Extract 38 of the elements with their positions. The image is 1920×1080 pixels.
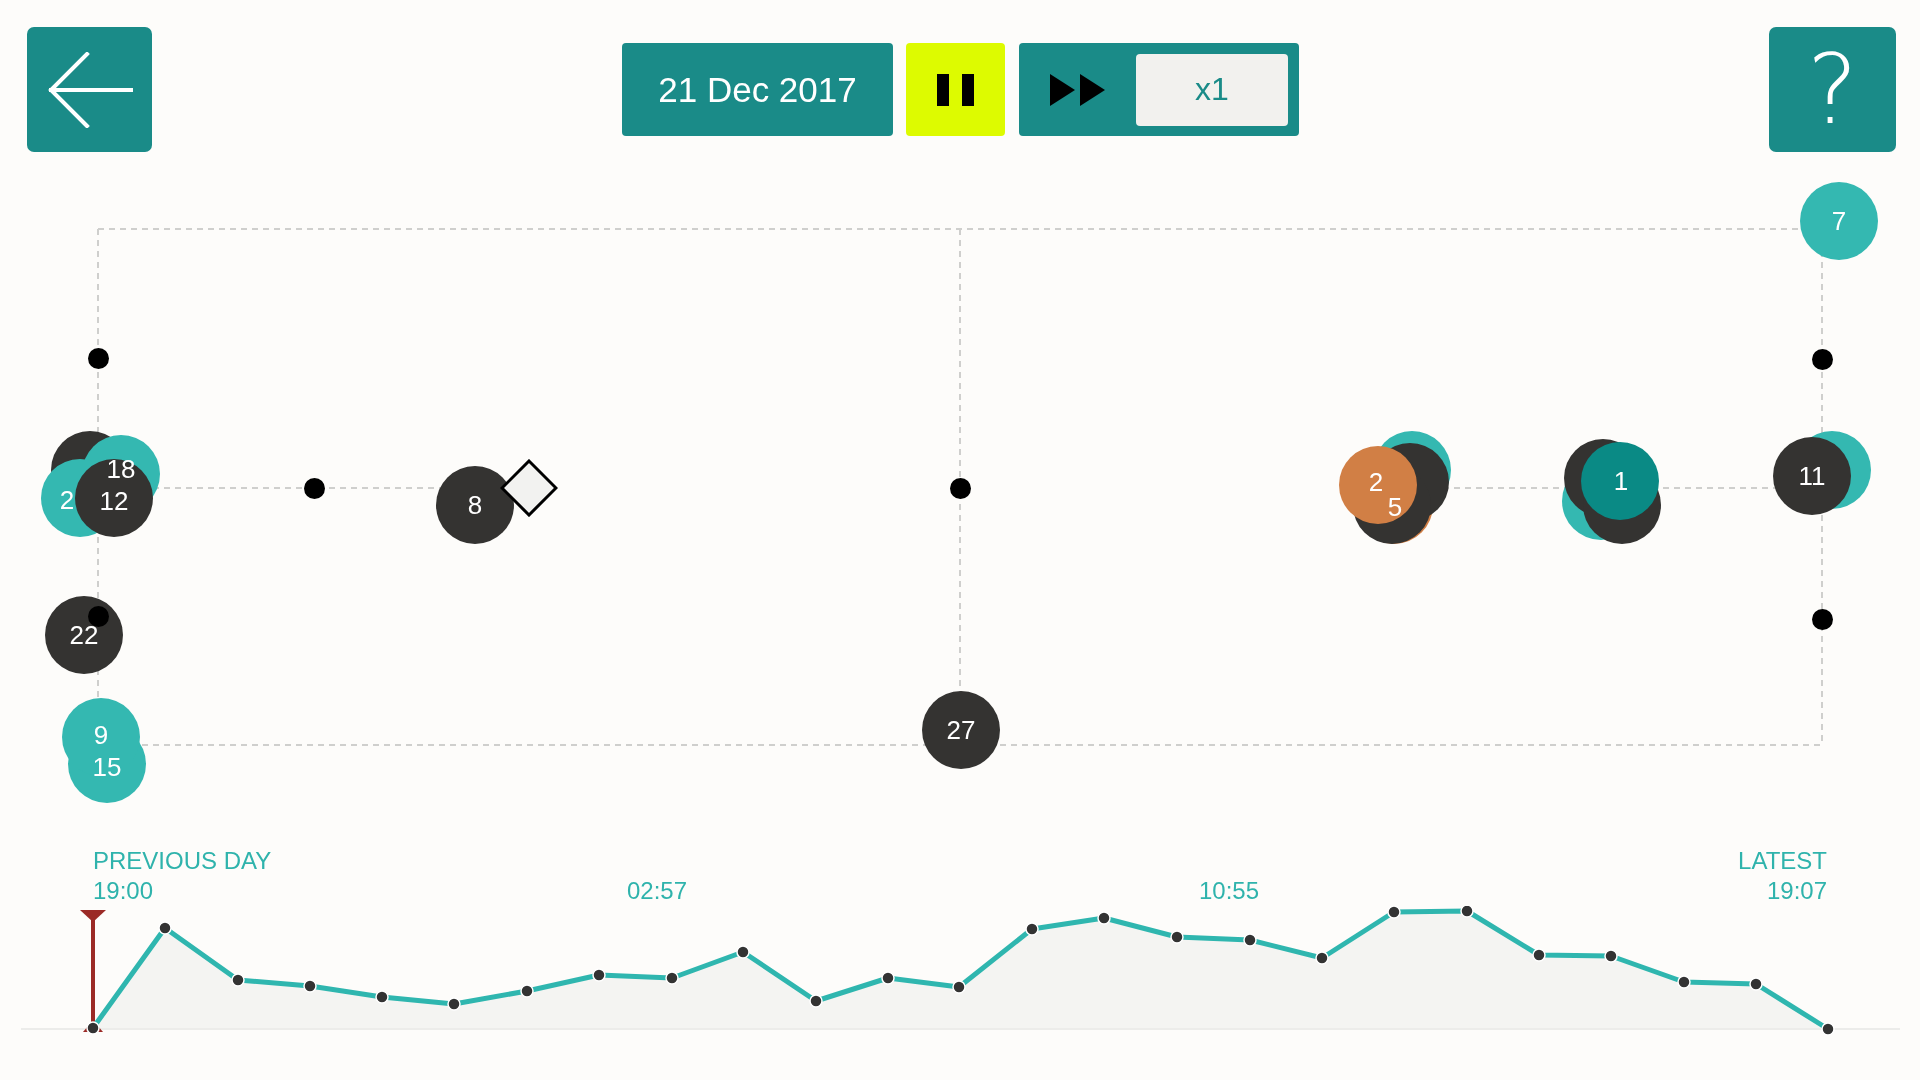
node-marker[interactable]: 7 xyxy=(1800,182,1878,260)
pause-button[interactable] xyxy=(906,43,1005,136)
node-label: 12 xyxy=(99,488,129,514)
node-cluster[interactable] xyxy=(1339,431,1451,544)
fast-forward-icon xyxy=(1049,73,1106,106)
node-cluster[interactable] xyxy=(62,698,146,803)
node-label: 2 xyxy=(59,487,75,513)
node-label: 9 xyxy=(93,722,109,748)
time-label: 02:57 xyxy=(627,876,688,906)
time-label: 19:07 xyxy=(1766,876,1827,906)
node-marker[interactable]: 27 xyxy=(922,691,1000,769)
node-cluster[interactable] xyxy=(41,431,160,537)
node-marker[interactable]: 22 xyxy=(45,596,123,674)
left-arrow-icon xyxy=(46,51,133,128)
node-cluster[interactable] xyxy=(1562,439,1661,544)
node-label: 15 xyxy=(92,754,122,780)
date-button[interactable]: 21 Dec 2017 xyxy=(622,43,893,136)
node-label: 5 xyxy=(1387,494,1403,520)
period-label: LATEST xyxy=(1738,846,1827,876)
dot-marker-icon xyxy=(88,348,109,369)
back-button[interactable] xyxy=(27,27,152,152)
dot-marker-icon xyxy=(1812,349,1833,370)
node-label: 2 xyxy=(1368,469,1384,495)
diamond-marker-icon xyxy=(500,459,558,517)
node-label: 11 xyxy=(1798,463,1826,489)
node-marker[interactable]: 8 xyxy=(436,466,514,544)
pause-icon xyxy=(936,73,975,106)
time-label: 10:55 xyxy=(1199,876,1260,906)
help-button[interactable]: ? xyxy=(1769,27,1896,152)
period-label: PREVIOUS DAY xyxy=(93,846,272,876)
dot-marker-icon xyxy=(1812,609,1833,630)
dot-marker-icon xyxy=(304,478,325,499)
dot-marker-icon xyxy=(950,478,971,499)
node-label: 1 xyxy=(1613,468,1629,494)
node-label: 18 xyxy=(106,456,136,482)
time-label: 19:00 xyxy=(93,876,154,906)
node-cluster[interactable] xyxy=(1773,431,1871,515)
speed-button[interactable]: x1 xyxy=(1136,53,1288,126)
